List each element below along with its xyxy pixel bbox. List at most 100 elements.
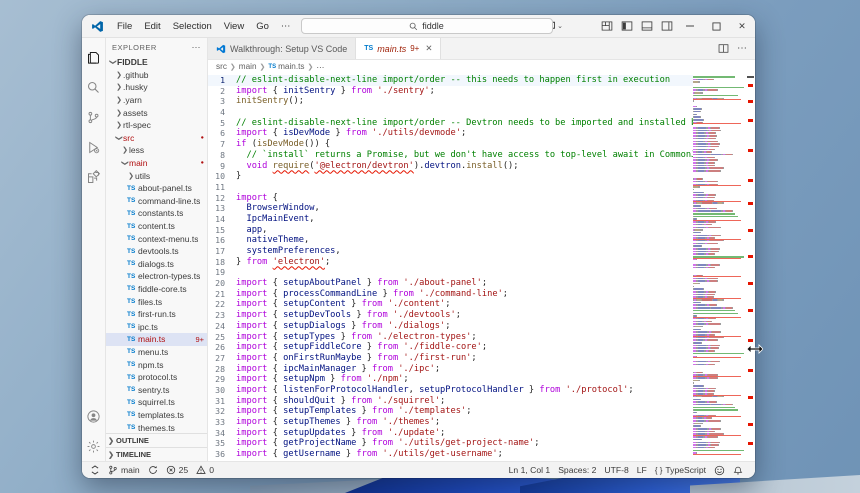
tree-item-constants.ts[interactable]: TSconstants.ts [106,207,207,220]
breadcrumb-item-main[interactable]: main [239,62,257,71]
tree-item-menu.ts[interactable]: TSmenu.ts [106,346,207,359]
tree-item-src[interactable]: ❯src● [106,132,207,145]
code-line-33[interactable]: 33import { setupThemes } from './themes'… [208,417,693,428]
status-braces[interactable]: { }TypeScript [651,465,710,475]
code-line-27[interactable]: 27import { onFirstRunMaybe } from './fir… [208,353,693,364]
status-smiley[interactable] [710,465,729,476]
code-line-18[interactable]: 18} from 'electron'; [208,257,693,268]
maximize-button[interactable] [703,15,729,37]
code-line-17[interactable]: 17 systemPreferences, [208,246,693,257]
code-line-24[interactable]: 24import { setupDialogs } from './dialog… [208,321,693,332]
tree-item-assets[interactable]: ❯assets [106,106,207,119]
tree-item-ipc.ts[interactable]: TSipc.ts [106,320,207,333]
split-editor-icon[interactable] [718,43,729,54]
tree-item-protocol.ts[interactable]: TSprotocol.ts [106,371,207,384]
code-line-2[interactable]: 2import { initSentry } from './sentry'; [208,86,693,97]
tree-item-templates.ts[interactable]: TStemplates.ts [106,409,207,422]
code-line-19[interactable]: 19 [208,267,693,278]
tree-item-command-line.ts[interactable]: TScommand-line.ts [106,195,207,208]
close-button[interactable]: ✕ [729,15,755,37]
code-line-29[interactable]: 29import { setupNpm } from './npm'; [208,374,693,385]
tree-item-main.ts[interactable]: TSmain.ts9+ [106,333,207,346]
menu-edit[interactable]: Edit [138,19,166,34]
code-line-10[interactable]: 10} [208,171,693,182]
status-branch[interactable]: main [104,462,144,478]
code-line-7[interactable]: 7if (isDevMode()) { [208,139,693,150]
breadcrumb-item-main.ts[interactable]: TSmain.ts [268,62,304,71]
code-line-23[interactable]: 23import { setupDevTools } from './devto… [208,310,693,321]
tree-item-electron-types.ts[interactable]: TSelectron-types.ts [106,270,207,283]
tree-item-sentry.ts[interactable]: TSsentry.ts [106,383,207,396]
status-spaces-2[interactable]: Spaces: 2 [554,465,600,475]
code-line-32[interactable]: 32import { setupTemplates } from './temp… [208,406,693,417]
extensions-icon[interactable] [82,162,106,192]
code-line-12[interactable]: 12import { [208,193,693,204]
minimap[interactable] [693,73,745,461]
status-sync[interactable] [144,462,162,478]
editor-more-actions-icon[interactable]: ⋯ [737,43,747,54]
breadcrumb-item-[interactable]: ⋯ [316,62,324,72]
tab-walkthrough[interactable]: Walkthrough: Setup VS Code [208,38,356,59]
code-line-26[interactable]: 26import { setupFiddleCore } from './fid… [208,342,693,353]
tree-item-themes.ts[interactable]: TSthemes.ts [106,421,207,433]
status-ln-1-col-1[interactable]: Ln 1, Col 1 [505,465,555,475]
tree-item-fiddle-core.ts[interactable]: TSfiddle-core.ts [106,283,207,296]
code-line-30[interactable]: 30import { listenForProtocolHandler, set… [208,385,693,396]
status-utf-8[interactable]: UTF-8 [600,465,632,475]
toggle-panel-button[interactable] [637,15,657,37]
tree-item-main[interactable]: ❯main● [106,157,207,170]
tree-item-first-run.ts[interactable]: TSfirst-run.ts [106,308,207,321]
tree-item-content.ts[interactable]: TScontent.ts [106,220,207,233]
menu-[interactable]: ⋯ [275,19,297,34]
code-line-20[interactable]: 20import { setupAboutPanel } from './abo… [208,278,693,289]
overview-ruler[interactable] [745,73,755,461]
customize-layout-button[interactable] [597,15,617,37]
status-bell[interactable] [729,465,747,476]
menu-view[interactable]: View [218,19,250,34]
section-timeline[interactable]: ❯TIMELINE [106,447,207,461]
explorer-more-actions-icon[interactable]: ⋯ [192,42,202,53]
status-error[interactable]: 25 [162,462,193,478]
close-tab-icon[interactable]: ✕ [425,43,432,54]
code-line-4[interactable]: 4 [208,107,693,118]
accounts-icon[interactable] [82,401,106,431]
tree-item-context-menu.ts[interactable]: TScontext-menu.ts [106,232,207,245]
tree-item-.github[interactable]: ❯.github [106,69,207,82]
code-line-21[interactable]: 21import { processCommandLine } from './… [208,289,693,300]
code-editor[interactable]: 1// eslint-disable-next-line import/orde… [208,73,693,461]
code-line-14[interactable]: 14 IpcMainEvent, [208,214,693,225]
tree-item-less[interactable]: ❯less [106,144,207,157]
explorer-icon[interactable] [82,42,106,72]
tree-item-rtl-spec[interactable]: ❯rtl-spec [106,119,207,132]
code-line-15[interactable]: 15 app, [208,225,693,236]
tree-item-npm.ts[interactable]: TSnpm.ts [106,358,207,371]
code-line-16[interactable]: 16 nativeTheme, [208,235,693,246]
toggle-primary-sidebar-button[interactable] [617,15,637,37]
code-line-11[interactable]: 11 [208,182,693,193]
source-control-icon[interactable] [82,102,106,132]
tree-item-dialogs.ts[interactable]: TSdialogs.ts [106,258,207,271]
code-line-1[interactable]: 1// eslint-disable-next-line import/orde… [208,75,693,86]
status-warning[interactable]: 0 [192,462,218,478]
code-line-25[interactable]: 25import { setupTypes } from './electron… [208,332,693,343]
tree-item-squirrel.ts[interactable]: TSsquirrel.ts [106,396,207,409]
tree-item-.yarn[interactable]: ❯.yarn [106,94,207,107]
tree-item-about-panel.ts[interactable]: TSabout-panel.ts [106,182,207,195]
code-line-9[interactable]: 9 void require('@electron/devtron').devt… [208,161,693,172]
tree-item-fiddle[interactable]: ❯FIDDLE [106,56,207,69]
tree-item-devtools.ts[interactable]: TSdevtools.ts [106,245,207,258]
status-lf[interactable]: LF [633,465,651,475]
code-line-8[interactable]: 8 // `install` returns a Promise, but we… [208,150,693,161]
tree-item-.husky[interactable]: ❯.husky [106,81,207,94]
status-remote[interactable] [86,462,104,478]
run-debug-icon[interactable] [82,132,106,162]
code-line-6[interactable]: 6import { isDevMode } from './utils/devm… [208,128,693,139]
code-line-5[interactable]: 5// eslint-disable-next-line import/orde… [208,118,693,129]
code-line-13[interactable]: 13 BrowserWindow, [208,203,693,214]
code-line-34[interactable]: 34import { setupUpdates } from './update… [208,428,693,439]
command-center-search[interactable]: fiddle [301,18,553,34]
menu-go[interactable]: Go [250,19,275,34]
tree-item-files.ts[interactable]: TSfiles.ts [106,295,207,308]
code-line-31[interactable]: 31import { shouldQuit } from './squirrel… [208,396,693,407]
minimize-button[interactable] [677,15,703,37]
